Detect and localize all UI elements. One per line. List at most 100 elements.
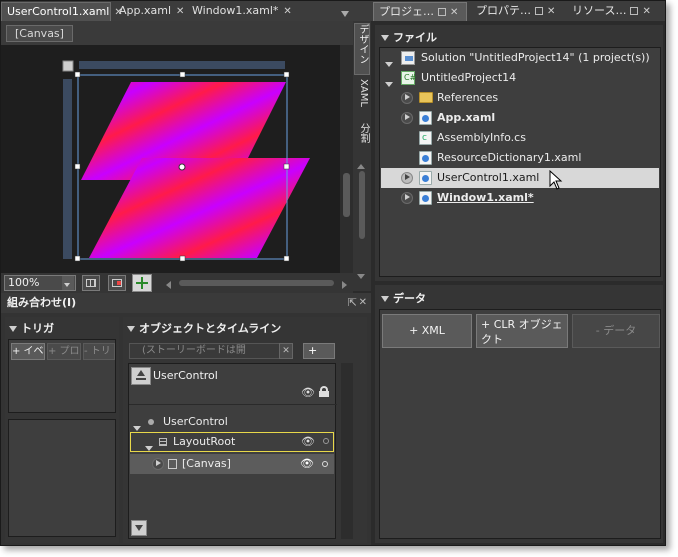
- tree-row-usercontrol1[interactable]: UserControl1.xaml: [381, 168, 659, 190]
- lock-toggle-icon[interactable]: [322, 461, 328, 467]
- scope-down-icon[interactable]: [131, 520, 147, 536]
- triggers-title: トリガ: [21, 322, 54, 335]
- xaml-file-icon: [419, 191, 432, 205]
- tree-scrollbar[interactable]: [341, 363, 353, 539]
- add-clr-object-button[interactable]: + CLR オブジェクト: [476, 314, 568, 348]
- pin-icon[interactable]: [535, 7, 543, 15]
- lock-icon[interactable]: [319, 386, 329, 397]
- remove-data-button[interactable]: - データ: [572, 314, 660, 348]
- scroll-down-icon[interactable]: [357, 269, 365, 282]
- tab-app-xaml[interactable]: App.xaml ✕: [114, 2, 184, 21]
- horizontal-scroll-thumb[interactable]: [179, 280, 334, 286]
- tab-dropdown-icon[interactable]: [341, 7, 353, 20]
- close-icon[interactable]: ✕: [450, 4, 458, 21]
- storyboard-picker[interactable]: (ストーリーボードは開: [129, 343, 281, 359]
- eye-icon[interactable]: 👁: [300, 454, 314, 474]
- expand-icon[interactable]: [401, 92, 413, 104]
- tree-row-project[interactable]: C# UntitledProject14: [381, 68, 659, 88]
- data-header[interactable]: データ: [381, 290, 426, 306]
- interaction-header: 組み合わせ(I) ⇱ ✕: [1, 293, 371, 313]
- tab-design-view[interactable]: デザイン: [354, 23, 370, 75]
- add-property-trigger-button[interactable]: + プロ: [47, 343, 81, 360]
- scroll-right-icon[interactable]: [342, 279, 347, 292]
- scroll-thumb[interactable]: [343, 173, 350, 217]
- tree-label: [Canvas]: [182, 457, 231, 470]
- tab-properties[interactable]: プロパテ… ✕: [471, 2, 563, 21]
- tree-row-usercontrol[interactable]: UserControl: [130, 412, 334, 432]
- close-icon[interactable]: ✕: [176, 3, 184, 21]
- scope-up-icon[interactable]: [131, 367, 151, 385]
- divider: [129, 404, 337, 405]
- side-scroll-thumb[interactable]: [359, 171, 365, 239]
- triggers-header[interactable]: トリガ: [9, 320, 54, 336]
- panel-tab-bar: プロジェ… ✕ プロパテ… ✕ リソース… ✕: [371, 1, 665, 21]
- tree-row-references[interactable]: References: [381, 88, 659, 108]
- expand-icon[interactable]: [401, 112, 413, 124]
- triggers-list[interactable]: + イベ + プロ - トリ: [8, 339, 116, 413]
- expand-icon[interactable]: [401, 192, 413, 204]
- design-canvas[interactable]: [1, 45, 353, 273]
- tree-row-resourcedictionary[interactable]: ResourceDictionary1.xaml: [381, 148, 659, 168]
- objects-header[interactable]: オブジェクトとタイムライン: [127, 320, 281, 336]
- tree-row-assemblyinfo[interactable]: AssemblyInfo.cs: [381, 128, 659, 148]
- grid-toggle-icon[interactable]: [82, 275, 100, 291]
- center-point-handle[interactable]: [178, 163, 186, 171]
- eye-icon[interactable]: 👁: [301, 432, 315, 452]
- pin-icon[interactable]: ⇱: [348, 293, 357, 313]
- expand-icon[interactable]: [152, 458, 164, 470]
- tab-label: プロジェ…: [379, 5, 434, 18]
- eye-icon[interactable]: 👁: [301, 386, 315, 399]
- snap-to-snapline-icon[interactable]: [132, 274, 152, 292]
- tab-resources[interactable]: リソース… ✕: [567, 2, 665, 21]
- scroll-left-icon[interactable]: [166, 279, 171, 292]
- tree-row-window1[interactable]: Window1.xaml*: [381, 188, 659, 208]
- breadcrumb[interactable]: [Canvas]: [6, 25, 73, 42]
- snap-toggle-icon[interactable]: [108, 275, 126, 291]
- close-icon[interactable]: ✕: [359, 293, 367, 313]
- tree-row-solution[interactable]: Solution "UntitledProject14" (1 project(…: [381, 48, 659, 68]
- interaction-title: 組み合わせ(I): [7, 296, 77, 309]
- files-section: ファイル Solution "UntitledProject14" (1 pro…: [375, 25, 663, 281]
- tab-split-view[interactable]: 分割: [354, 123, 370, 153]
- tab-usercontrol1[interactable]: UserControl1.xaml ✕: [1, 2, 123, 21]
- close-icon[interactable]: ✕: [642, 3, 650, 21]
- file-label: References: [437, 91, 499, 104]
- zoom-combobox[interactable]: 100%: [4, 275, 76, 291]
- scope-root-label: UserControl: [153, 369, 218, 382]
- close-icon[interactable]: ✕: [283, 3, 291, 21]
- tab-project[interactable]: プロジェ… ✕: [373, 2, 467, 21]
- file-label: Solution "UntitledProject14" (1 project(…: [421, 51, 650, 64]
- xaml-file-icon: [419, 151, 432, 165]
- expand-icon[interactable]: [401, 172, 413, 184]
- cs-file-icon: [419, 128, 432, 148]
- project-icon: C#: [401, 71, 416, 85]
- tab-xaml-view[interactable]: XAML: [354, 79, 370, 119]
- files-tree[interactable]: Solution "UntitledProject14" (1 project(…: [379, 47, 661, 277]
- close-icon[interactable]: ✕: [547, 3, 555, 21]
- storyboard-close-icon[interactable]: ✕: [279, 343, 293, 359]
- add-xml-button[interactable]: + XML: [382, 314, 472, 348]
- tab-window1-xaml[interactable]: Window1.xaml* ✕: [187, 2, 292, 21]
- add-event-trigger-button[interactable]: + イベ: [11, 343, 45, 360]
- vertical-scrollbar[interactable]: [340, 45, 353, 273]
- new-storyboard-button[interactable]: +: [303, 343, 335, 367]
- trigger-actions-list[interactable]: [8, 419, 116, 537]
- data-list[interactable]: + XML + CLR オブジェクト - データ: [379, 309, 661, 539]
- pin-icon[interactable]: [438, 8, 446, 16]
- chevron-down-icon[interactable]: [62, 276, 74, 290]
- objects-tree[interactable]: UserControl 👁 UserControl LayoutRoot 👁 […: [128, 363, 337, 539]
- tree-row-layoutroot[interactable]: LayoutRoot 👁: [130, 432, 334, 452]
- objects-title: オブジェクトとタイムライン: [139, 322, 282, 335]
- file-label: ResourceDictionary1.xaml: [437, 151, 582, 164]
- lock-toggle-icon[interactable]: [323, 438, 329, 444]
- tree-row-app-xaml[interactable]: App.xaml: [381, 108, 659, 128]
- pin-icon[interactable]: [630, 7, 639, 15]
- files-header[interactable]: ファイル: [381, 29, 437, 45]
- tab-label: UserControl1.xaml: [7, 5, 110, 18]
- artboard[interactable]: [1, 45, 353, 273]
- remove-trigger-button[interactable]: - トリ: [83, 343, 115, 360]
- zoom-value: 100%: [8, 276, 40, 289]
- tree-row-canvas[interactable]: [Canvas] 👁: [130, 454, 334, 474]
- expression-blend-window: UserControl1.xaml ✕ App.xaml ✕ Window1.xam…: [0, 0, 666, 546]
- file-label: UntitledProject14: [421, 71, 517, 84]
